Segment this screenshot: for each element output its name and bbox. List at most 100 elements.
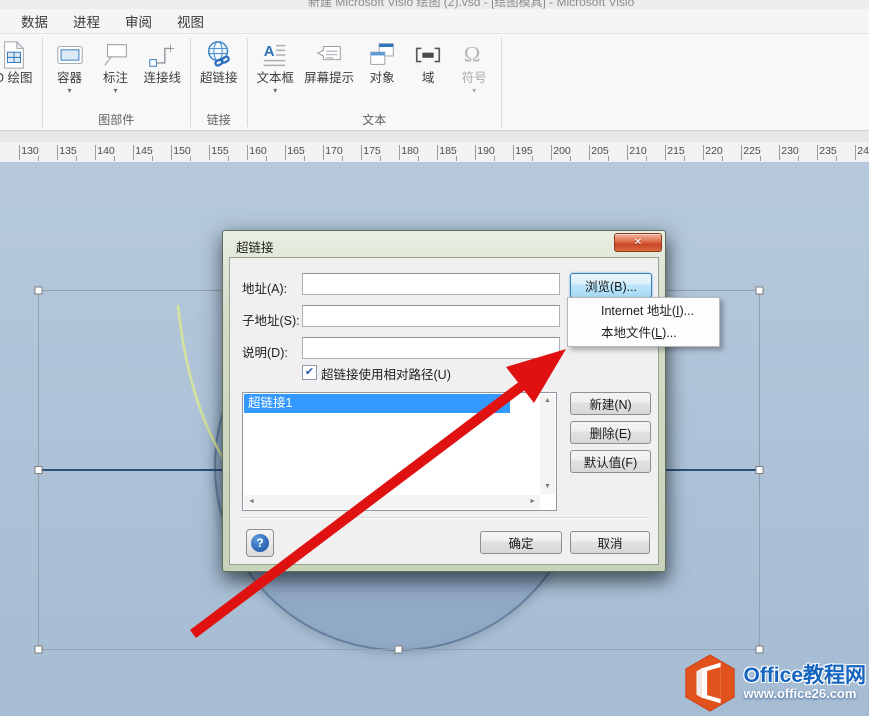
ribbon-button-label: 超链接 xyxy=(200,71,238,86)
ribbon-button-label: 文本框 xyxy=(257,71,295,86)
ruler-tick xyxy=(513,145,514,160)
ribbon-button-label: 容器 xyxy=(57,71,82,86)
ruler-tick xyxy=(95,145,96,160)
ruler-tick xyxy=(247,145,248,160)
ribbon-button-label: 连接线 xyxy=(144,71,182,86)
object-icon xyxy=(366,39,398,71)
ribbon-group-links: 超链接 链接 xyxy=(191,34,247,130)
group-label-links: 链接 xyxy=(195,113,243,130)
ruler-minor-tick xyxy=(228,156,229,161)
chevron-down-icon: ▾ xyxy=(273,86,277,95)
relative-path-checkbox[interactable]: ✔ xyxy=(302,365,317,380)
vertical-scrollbar[interactable]: ▲ ▼ xyxy=(540,394,555,494)
ribbon-group-text: A 文本框 ▾ 屏幕提示 对象 xyxy=(248,34,502,130)
ribbon-button-textbox[interactable]: A 文本框 ▾ xyxy=(252,35,300,95)
ribbon-group-diagram-parts: 容器 ▾ 标注 ▾ 连接线 图部件 xyxy=(43,34,191,130)
ruler-tick xyxy=(285,145,286,160)
ruler-tick-label: 145 xyxy=(135,145,153,157)
ribbon-button-symbol[interactable]: Ω 符号 ▾ xyxy=(451,35,497,95)
arc-shape xyxy=(178,305,223,458)
ruler-tick-label: 165 xyxy=(287,145,305,157)
address-input[interactable] xyxy=(302,273,560,295)
subaddress-label: 子地址(S): xyxy=(242,310,300,329)
ribbon-group-illustrations: D 绘图 xyxy=(0,34,42,130)
ruler-minor-tick xyxy=(76,156,77,161)
ribbon-button-container[interactable]: 容器 ▾ xyxy=(47,35,93,95)
ruler-minor-tick xyxy=(266,156,267,161)
ribbon-button-label: 符号 xyxy=(462,71,487,86)
ruler-tick-label: 175 xyxy=(363,145,381,157)
ruler-minor-tick xyxy=(152,156,153,161)
tab-view[interactable]: 视图 xyxy=(177,11,204,31)
ribbon-button-hyperlink[interactable]: 超链接 xyxy=(195,35,243,86)
scroll-right-icon[interactable]: ► xyxy=(529,498,536,506)
container-icon xyxy=(54,39,86,71)
delete-button[interactable]: 删除(E) xyxy=(570,421,651,444)
ribbon-button-object[interactable]: 对象 xyxy=(359,35,405,86)
default-button[interactable]: 默认值(F) xyxy=(570,450,651,473)
window-titlebar: 新建 Microsoft Visio 绘图 (2).vsd - [绘图模具] -… xyxy=(0,0,869,9)
ribbon-button-screentip[interactable]: 屏幕提示 xyxy=(299,35,359,86)
ruler-minor-tick xyxy=(684,156,685,161)
horizontal-ruler[interactable]: 1301351401451501551601651701751801851901… xyxy=(0,142,869,163)
office-hexagon-icon xyxy=(679,652,741,714)
ruler-tick xyxy=(399,145,400,160)
hyperlink-icon xyxy=(203,39,235,71)
browse-dropdown-menu: Internet 地址(I)... 本地文件(L)... xyxy=(567,297,720,347)
description-input[interactable] xyxy=(302,337,560,359)
ribbon-tab-row: 数据 进程 审阅 视图 xyxy=(0,9,869,34)
ruler-tick xyxy=(779,145,780,160)
ruler-tick xyxy=(627,145,628,160)
drawing-canvas[interactable]: 超链接 ✕ 地址(A): 子地址(S): 说明(D): 浏览(B)... ✔ 超… xyxy=(0,162,869,716)
list-item-selected[interactable]: 超链接1 xyxy=(244,394,510,413)
ruler-tick xyxy=(665,145,666,160)
horizontal-scrollbar[interactable]: ◄ ► xyxy=(244,495,540,509)
ruler-minor-tick xyxy=(494,156,495,161)
ruler-minor-tick xyxy=(380,156,381,161)
ribbon-button-connector[interactable]: 连接线 xyxy=(139,35,187,86)
ruler-tick-label: 230 xyxy=(781,145,799,157)
close-icon: ✕ xyxy=(634,238,642,248)
ruler-tick-label: 180 xyxy=(401,145,419,157)
cancel-button[interactable]: 取消 xyxy=(570,531,650,554)
browse-button[interactable]: 浏览(B)... xyxy=(570,273,652,298)
ribbon-button-label: 对象 xyxy=(370,71,395,86)
subaddress-input[interactable] xyxy=(302,305,560,327)
tab-review[interactable]: 审阅 xyxy=(125,11,152,31)
scroll-up-icon[interactable]: ▲ xyxy=(544,397,551,405)
chevron-down-icon: ▾ xyxy=(114,86,118,95)
close-button[interactable]: ✕ xyxy=(614,233,662,252)
ruler-minor-tick xyxy=(722,156,723,161)
ruler-tick-label: 220 xyxy=(705,145,723,157)
ribbon-button-callout[interactable]: 标注 ▾ xyxy=(93,35,139,95)
ruler-tick xyxy=(817,145,818,160)
ruler-tick-label: 195 xyxy=(515,145,533,157)
ruler-minor-tick xyxy=(608,156,609,161)
help-button[interactable]: ? xyxy=(246,529,274,557)
new-button[interactable]: 新建(N) xyxy=(570,392,651,415)
tab-process[interactable]: 进程 xyxy=(73,11,100,31)
menu-item-internet-address[interactable]: Internet 地址(I)... xyxy=(568,300,719,322)
menu-item-local-file[interactable]: 本地文件(L)... xyxy=(568,322,719,344)
scroll-down-icon[interactable]: ▼ xyxy=(544,483,551,491)
screentip-icon xyxy=(313,39,345,71)
ribbon-button-field[interactable]: 域 xyxy=(405,35,451,86)
group-label-diagram-parts: 图部件 xyxy=(47,113,187,130)
tab-data[interactable]: 数据 xyxy=(21,11,48,31)
scroll-left-icon[interactable]: ◄ xyxy=(248,498,255,506)
dialog-title: 超链接 xyxy=(236,237,274,256)
group-label-text: 文本 xyxy=(252,113,498,130)
hyperlink-list[interactable]: 超链接1 ▲ ▼ ◄ ► xyxy=(242,392,557,511)
ok-button[interactable]: 确定 xyxy=(480,531,562,554)
ruler-minor-tick xyxy=(342,156,343,161)
ruler-tick xyxy=(741,145,742,160)
ruler-minor-tick xyxy=(190,156,191,161)
ruler-tick-label: 200 xyxy=(553,145,571,157)
callout-icon xyxy=(100,39,132,71)
ribbon-button-label: 域 xyxy=(422,71,435,86)
ribbon-button-cad-drawing[interactable]: D 绘图 xyxy=(0,35,38,86)
hyperlink-dialog[interactable]: 超链接 ✕ 地址(A): 子地址(S): 说明(D): 浏览(B)... ✔ 超… xyxy=(222,230,666,572)
ruler-minor-tick xyxy=(456,156,457,161)
ruler-tick xyxy=(703,145,704,160)
watermark-url: www.office26.com xyxy=(743,687,866,701)
